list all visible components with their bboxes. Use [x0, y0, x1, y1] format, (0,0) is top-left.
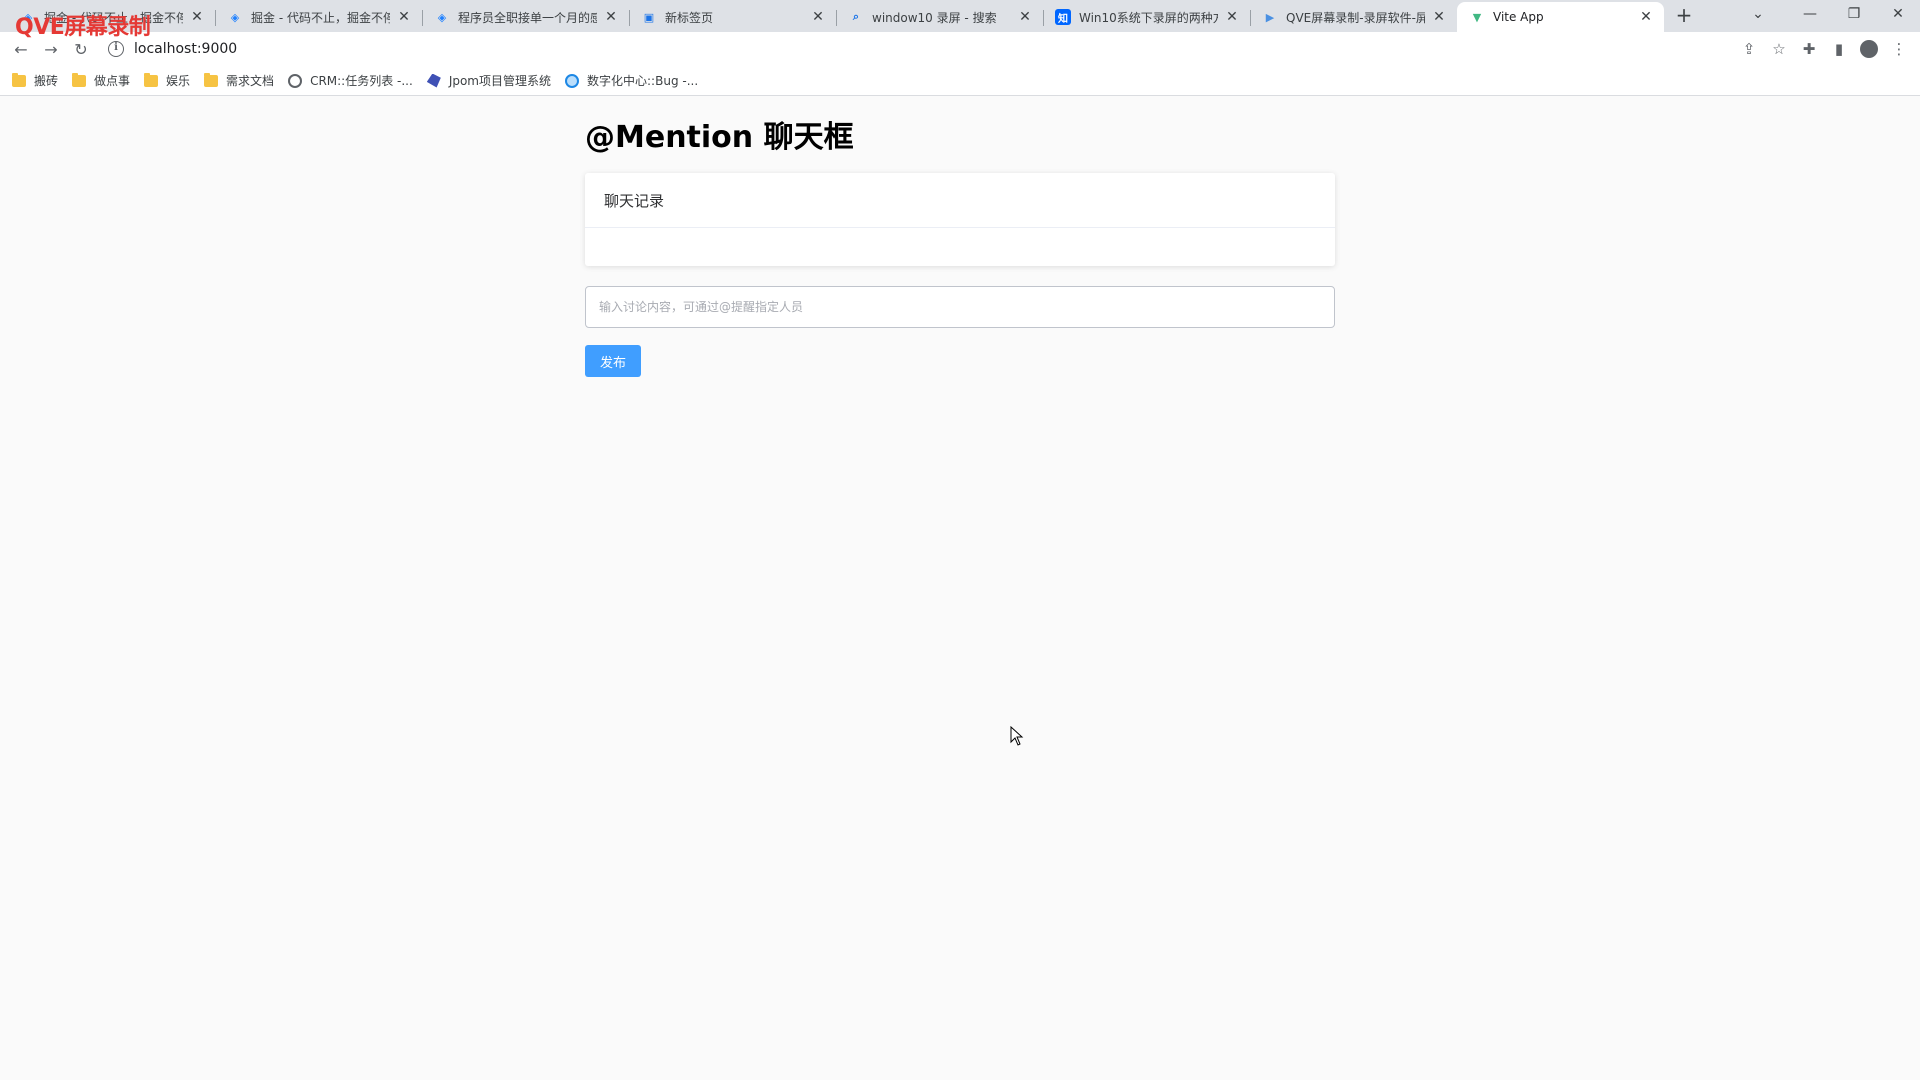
folder-icon — [144, 72, 159, 87]
bookmarks-bar: 搬砖 做点事 娱乐 需求文档 CRM::任务列表 -... Jpom项目管理系统 数字化中心… — [0, 66, 1920, 96]
publish-button[interactable]: 发布 — [585, 345, 641, 377]
tab-title: window10 录屏 - 搜索 — [872, 10, 997, 25]
bookmark-item[interactable]: 做点事 — [72, 72, 130, 89]
browser-tab[interactable]: 知 Win10系统下录屏的两种方法 ✕ — [1043, 2, 1250, 32]
address-url[interactable]: localhost:9000 — [134, 41, 237, 57]
address-bar[interactable]: i localhost:9000 — [100, 35, 1734, 63]
site-info-icon[interactable]: i — [108, 41, 124, 57]
bookmark-label: Jpom项目管理系统 — [448, 74, 552, 88]
mention-chat-container: @Mention 聊天框 聊天记录 发布 — [585, 97, 1335, 377]
tab-title: 新标签页 — [665, 10, 714, 25]
bookmark-item[interactable]: CRM::任务列表 -... — [288, 72, 413, 89]
close-window-icon[interactable]: ✕ — [1876, 0, 1920, 28]
vue-icon: ▼ — [1472, 10, 1482, 24]
browser-tab[interactable]: ▣ 新标签页 ✕ — [629, 2, 836, 32]
new-tab-plus-icon[interactable]: + — [1670, 2, 1698, 30]
profile-avatar-icon[interactable] — [1854, 34, 1884, 64]
globe-icon — [288, 73, 303, 88]
chat-history-card: 聊天记录 — [585, 173, 1335, 266]
discussion-input[interactable] — [585, 286, 1335, 328]
tab-list: ◈ 掘金 - 代码不止，掘金不停 ✕ ◈ 掘金 - 代码不止，掘金不停 ✕ ◈ 程序员全职接单… — [0, 0, 1698, 32]
tab-close-icon[interactable]: ✕ — [1431, 9, 1447, 25]
page-viewport: @Mention 聊天框 聊天记录 发布 — [0, 97, 1920, 1080]
window-controls: ⌄ — ❐ ✕ — [1736, 0, 1920, 28]
bookmark-item[interactable]: 娱乐 — [144, 72, 190, 89]
mouse-cursor-icon — [1010, 726, 1024, 746]
share-icon[interactable]: ⇪ — [1734, 34, 1764, 64]
browser-tab[interactable]: ◈ 程序员全职接单一个月的感悟 ✕ — [422, 2, 629, 32]
tab-close-icon[interactable]: ✕ — [1638, 9, 1654, 25]
tab-search-chevron-icon[interactable]: ⌄ — [1736, 0, 1780, 28]
qve-icon: ▶ — [1265, 10, 1275, 24]
bookmark-item[interactable]: 数字化中心::Bug -... — [565, 72, 698, 89]
folder-icon — [12, 72, 26, 87]
tab-close-icon[interactable]: ✕ — [1017, 9, 1033, 25]
browser-tabstrip: ◈ 掘金 - 代码不止，掘金不停 ✕ ◈ 掘金 - 代码不止，掘金不停 ✕ ◈ 程序员全职接单… — [0, 0, 1920, 32]
tab-title: QVE屏幕录制-录屏软件-屏幕 — [1286, 10, 1425, 25]
bookmark-item[interactable]: 搬砖 — [12, 72, 58, 89]
bookmark-label: 做点事 — [94, 74, 131, 88]
restore-icon[interactable]: ❐ — [1832, 0, 1876, 28]
juejin-icon: ◈ — [230, 10, 240, 24]
tab-close-icon[interactable]: ✕ — [810, 9, 826, 25]
extensions-puzzle-icon[interactable]: ✚ — [1794, 34, 1824, 64]
browser-toolbar: ← → ↻ i localhost:9000 ⇪ ☆ ✚ ▮ ⋮ — [0, 32, 1920, 66]
tab-title: 程序员全职接单一个月的感悟 — [458, 10, 597, 25]
browser-tab[interactable]: ⌕ window10 录屏 - 搜索 ✕ — [836, 2, 1043, 32]
tab-close-icon[interactable]: ✕ — [396, 9, 412, 25]
tab-title: Win10系统下录屏的两种方法 — [1079, 10, 1218, 25]
bookmark-label: 数字化中心::Bug -... — [587, 74, 699, 88]
tab-close-icon[interactable]: ✕ — [189, 9, 205, 25]
toolbar-actions: ⇪ ☆ ✚ ▮ ⋮ — [1734, 34, 1914, 64]
bookmark-label: CRM::任务列表 -... — [310, 74, 413, 88]
bookmark-star-icon[interactable]: ☆ — [1764, 34, 1794, 64]
bookmark-label: 需求文档 — [226, 74, 275, 88]
browser-menu-icon[interactable]: ⋮ — [1884, 34, 1914, 64]
bookmark-label: 搬砖 — [34, 74, 59, 88]
side-panel-icon[interactable]: ▮ — [1824, 34, 1854, 64]
data-icon — [565, 73, 580, 88]
juejin-icon: ◈ — [437, 10, 447, 24]
minimize-icon[interactable]: — — [1788, 0, 1832, 28]
chat-history-body — [585, 228, 1335, 266]
chat-history-header: 聊天记录 — [585, 173, 1335, 228]
tab-title: Vite App — [1493, 10, 1544, 24]
tab-close-icon[interactable]: ✕ — [603, 9, 619, 25]
folder-icon — [204, 72, 219, 87]
browser-tab[interactable]: ◈ 掘金 - 代码不止，掘金不停 ✕ — [215, 2, 422, 32]
browser-tab[interactable]: ▼ Vite App ✕ — [1457, 2, 1664, 32]
search-icon: ⌕ — [852, 10, 860, 23]
recorder-watermark: QVE屏幕录制 — [15, 15, 151, 40]
page-title: @Mention 聊天框 — [585, 120, 854, 155]
zhihu-icon: 知 — [1055, 9, 1071, 25]
tab-close-icon[interactable]: ✕ — [1224, 9, 1240, 25]
newtab-icon: ▣ — [643, 10, 655, 24]
bookmark-label: 娱乐 — [166, 74, 191, 88]
bookmark-item[interactable]: Jpom项目管理系统 — [426, 72, 552, 89]
jpom-icon — [426, 73, 441, 88]
folder-icon — [72, 72, 87, 87]
tab-title: 掘金 - 代码不止，掘金不停 — [251, 10, 390, 25]
bookmark-item[interactable]: 需求文档 — [204, 72, 274, 89]
browser-tab[interactable]: ▶ QVE屏幕录制-录屏软件-屏幕 ✕ — [1250, 2, 1457, 32]
